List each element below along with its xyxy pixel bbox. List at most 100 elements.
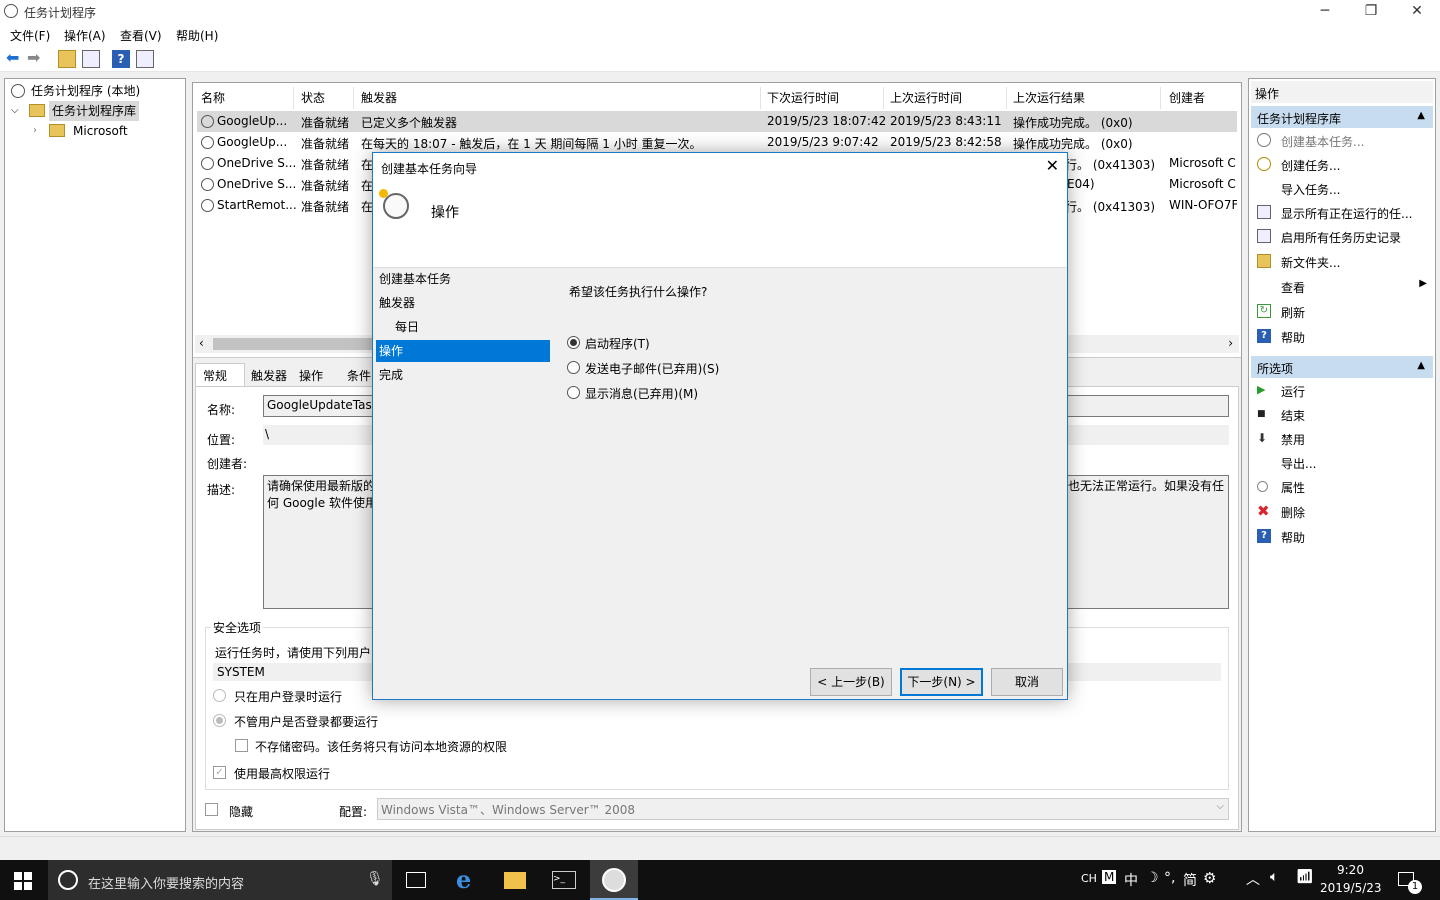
network-icon[interactable]: 📶︎ [1296, 869, 1314, 885]
action-show-running[interactable]: 显示所有正在运行的任... [1255, 201, 1431, 224]
ime-settings-gear-icon[interactable]: ⚙ [1203, 869, 1216, 887]
action-delete[interactable]: ✖ 删除 [1255, 500, 1431, 523]
col-name[interactable]: 名称 [201, 89, 225, 106]
show-hide-tree-icon[interactable] [82, 50, 100, 68]
clock-icon [1257, 481, 1268, 492]
col-status[interactable]: 状态 [301, 89, 325, 106]
cell-name: StartRemot... [217, 198, 297, 212]
tab-actions[interactable]: 操作 [299, 367, 323, 384]
action-label: 运行 [1281, 385, 1306, 399]
cancel-button[interactable]: 取消 [991, 668, 1063, 696]
clock-icon [4, 4, 18, 18]
file-explorer-icon[interactable] [504, 872, 526, 889]
ime-zhong[interactable]: 中 [1124, 870, 1138, 890]
help-icon[interactable]: ? [112, 50, 130, 68]
action-refresh[interactable]: ↻ 刷新 [1255, 300, 1431, 323]
action-export[interactable]: 导出... [1255, 451, 1431, 474]
checkbox-highest-privileges[interactable]: ✓ [213, 766, 226, 779]
tab-general[interactable]: 常规 [203, 367, 227, 384]
microphone-icon[interactable]: 🎙︎ [366, 871, 384, 887]
action-help-selected[interactable]: ? 帮助 [1255, 525, 1431, 548]
action-label: 属性 [1281, 481, 1306, 495]
ime-ch[interactable]: CH [1081, 872, 1097, 885]
menu-file[interactable]: 文件(F) [10, 27, 50, 44]
checkbox-hidden[interactable] [205, 803, 218, 816]
maximize-button[interactable]: ❐ [1348, 0, 1394, 24]
minimize-button[interactable]: ─ [1302, 0, 1348, 24]
action-end[interactable]: ■ 结束 [1255, 403, 1431, 426]
col-trigger[interactable]: 触发器 [361, 89, 397, 106]
radio-send-email[interactable] [567, 361, 580, 374]
col-next-run[interactable]: 下次运行时间 [767, 89, 839, 106]
expand-icon[interactable]: ⌵ [11, 101, 19, 121]
action-view[interactable]: 查看 ▶ [1255, 275, 1431, 298]
moon-icon[interactable]: ☽ [1146, 870, 1159, 886]
show-hide-action-pane-icon[interactable] [136, 50, 154, 68]
section-header-library[interactable]: 任务计划程序库 ▲ [1251, 106, 1433, 128]
edge-icon[interactable]: e [456, 866, 471, 894]
clock-date[interactable]: 2019/5/23 [1320, 881, 1382, 895]
radio-start-program[interactable] [567, 336, 580, 349]
action-disable[interactable]: ⬇ 禁用 [1255, 427, 1431, 450]
checkbox-no-password[interactable] [235, 739, 248, 752]
volume-icon[interactable]: 🔈︎ [1270, 869, 1278, 885]
action-enable-history[interactable]: 启用所有任务历史记录 [1255, 225, 1431, 248]
menu-help[interactable]: 帮助(H) [176, 27, 218, 44]
tree-library[interactable]: ⌵ 任务计划程序库 [9, 101, 140, 121]
radio-logged-on[interactable] [213, 689, 226, 702]
punctuation-icon[interactable]: °, [1164, 870, 1175, 886]
action-create-basic-task[interactable]: 创建基本任务... [1255, 129, 1431, 152]
close-button[interactable]: ✕ [1394, 0, 1440, 24]
radio-show-message[interactable] [567, 386, 580, 399]
config-select[interactable]: Windows Vista™、Windows Server™ 2008 ⌵ [377, 798, 1229, 820]
search-box[interactable]: 在这里输入你要搜索的内容 🎙︎ [48, 860, 392, 900]
step-trigger[interactable]: 触发器 [379, 294, 415, 311]
step-finish[interactable]: 完成 [379, 366, 403, 383]
col-last-result[interactable]: 上次运行结果 [1013, 89, 1085, 106]
step-daily[interactable]: 每日 [395, 318, 419, 335]
step-action[interactable]: 操作 [379, 342, 403, 359]
cell-last-result: 行。 (0x41303) [1065, 200, 1156, 214]
tab-triggers[interactable]: 触发器 [251, 367, 287, 384]
action-run[interactable]: ▶ 运行 [1255, 379, 1431, 402]
forward-arrow-icon[interactable]: ➡ [27, 50, 45, 68]
up-folder-icon[interactable] [58, 50, 76, 68]
action-help[interactable]: ? 帮助 [1255, 325, 1431, 348]
back-button[interactable]: < 上一步(B) [810, 668, 892, 696]
table-row[interactable]: GoogleUp... 准备就绪 已定义多个触发器 2019/5/23 18:0… [197, 111, 1237, 132]
menu-action[interactable]: 操作(A) [64, 27, 106, 44]
actions-title-label: 操作 [1255, 87, 1280, 101]
cmd-icon[interactable]: >_ [552, 871, 576, 889]
ime-jian[interactable]: 简 [1183, 870, 1197, 890]
action-create-task[interactable]: 创建任务... [1255, 153, 1431, 176]
scroll-left-icon[interactable]: ‹ [199, 336, 204, 350]
ime-m[interactable]: M [1102, 870, 1117, 884]
collapse-up-icon[interactable]: ▲ [1417, 110, 1425, 121]
scroll-right-icon[interactable]: › [1228, 336, 1233, 350]
step-create-basic-task[interactable]: 创建基本任务 [379, 270, 451, 287]
action-import-task[interactable]: 导入任务... [1255, 177, 1431, 200]
clock-time[interactable]: 9:20 [1337, 863, 1364, 877]
action-properties[interactable]: 属性 [1255, 475, 1431, 498]
col-last-run[interactable]: 上次运行时间 [890, 89, 962, 106]
action-new-folder[interactable]: 新文件夹... [1255, 250, 1431, 273]
task-scheduler-taskbar-button[interactable] [590, 860, 638, 900]
section-header-selected[interactable]: 所选项 ▲ [1251, 356, 1433, 378]
next-button[interactable]: 下一步(N) > [900, 668, 983, 696]
table-row[interactable]: GoogleUp... 准备就绪 在每天的 18:07 - 触发后，在 1 天 … [197, 132, 1237, 153]
dialog-close-button[interactable]: ✕ [1046, 156, 1059, 175]
collapse-up-icon[interactable]: ▲ [1417, 360, 1425, 371]
radio-whether-logged-on[interactable] [213, 714, 226, 727]
windows-start-icon[interactable] [14, 872, 32, 890]
cell-name: OneDrive S... [217, 177, 297, 191]
action-label: 创建基本任务... [1281, 135, 1365, 149]
tab-conditions[interactable]: 条件 [347, 367, 371, 384]
task-icon [201, 157, 214, 170]
collapse-arrow-icon[interactable]: › [33, 121, 37, 141]
cell-name: GoogleUp... [217, 135, 288, 149]
task-view-icon[interactable] [406, 872, 426, 888]
col-author[interactable]: 创建者 [1169, 89, 1205, 106]
show-hidden-icons-chevron-up-icon[interactable]: ︿ [1246, 869, 1260, 889]
back-arrow-icon[interactable]: ⬅ [6, 50, 24, 68]
menu-view[interactable]: 查看(V) [120, 27, 162, 44]
